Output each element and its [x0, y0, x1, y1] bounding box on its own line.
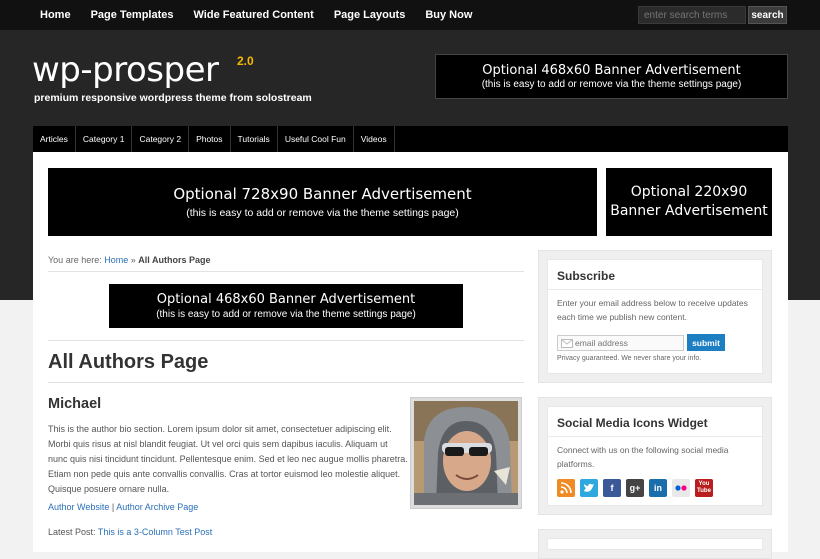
- site-tagline: premium responsive wordpress theme from …: [34, 92, 312, 104]
- banner-ad-220[interactable]: Optional 220x90 Banner Advertisement: [606, 168, 772, 236]
- ad-220-line1: Optional 220x90: [630, 184, 748, 200]
- social-media-widget: Social Media Icons Widget Connect with u…: [538, 397, 772, 515]
- topnav-home[interactable]: Home: [30, 0, 81, 30]
- divider: [48, 340, 524, 341]
- latest-post-label: Latest Post:: [48, 527, 96, 537]
- widget-divider: [548, 436, 762, 437]
- page-title: All Authors Page: [48, 351, 209, 373]
- divider: [48, 271, 524, 272]
- search-input[interactable]: [638, 6, 746, 24]
- header-banner-ad[interactable]: Optional 468x60 Banner Advertisement (th…: [435, 54, 788, 99]
- author-latest-post: Latest Post: This is a 3-Column Test Pos…: [48, 527, 212, 537]
- next-widget: [538, 529, 772, 559]
- author-name: Michael: [48, 396, 102, 412]
- catnav-useful-cool-fun[interactable]: Useful Cool Fun: [278, 126, 354, 152]
- ad-728-line1: Optional 728x90 Banner Advertisement: [173, 185, 472, 203]
- social-widget-inner: Social Media Icons Widget Connect with u…: [547, 406, 763, 506]
- subscribe-widget-inner: Subscribe Enter your email address below…: [547, 259, 763, 374]
- logo-version: 2.0: [237, 54, 254, 68]
- catnav-category-2[interactable]: Category 2: [132, 126, 190, 152]
- social-icons: f g+ in You Tube: [557, 479, 718, 497]
- author-photo: [410, 397, 522, 509]
- flickr-icon[interactable]: [672, 479, 690, 497]
- catnav-category-1[interactable]: Category 1: [76, 126, 133, 152]
- facebook-icon[interactable]: f: [603, 479, 621, 497]
- catnav-tutorials[interactable]: Tutorials: [231, 126, 278, 152]
- breadcrumb-separator: »: [130, 255, 136, 265]
- breadcrumb-prefix: You are here:: [48, 255, 102, 265]
- subscribe-submit-button[interactable]: submit: [687, 334, 725, 351]
- rss-icon[interactable]: [557, 479, 575, 497]
- search-form: search: [638, 6, 787, 24]
- ad-220-line2: Banner Advertisement: [610, 203, 768, 219]
- logo-text: wp-prosper: [32, 50, 219, 90]
- topnav-page-templates[interactable]: Page Templates: [81, 0, 184, 30]
- google-plus-icon[interactable]: g+: [626, 479, 644, 497]
- author-photo-image: [414, 401, 518, 505]
- email-field-wrapper: [557, 335, 684, 351]
- topnav-wide-featured-content[interactable]: Wide Featured Content: [184, 0, 324, 30]
- breadcrumb: You are here: Home » All Authors Page: [48, 255, 210, 265]
- twitter-icon[interactable]: [580, 479, 598, 497]
- top-navigation: Home Page Templates Wide Featured Conten…: [30, 0, 482, 30]
- catnav-photos[interactable]: Photos: [189, 126, 231, 152]
- search-button[interactable]: search: [748, 6, 787, 24]
- topnav-page-layouts[interactable]: Page Layouts: [324, 0, 416, 30]
- header-ad-line1: Optional 468x60 Banner Advertisement: [482, 63, 741, 78]
- latest-post-link[interactable]: This is a 3-Column Test Post: [98, 527, 212, 537]
- social-widget-title: Social Media Icons Widget: [557, 416, 708, 430]
- subscribe-widget: Subscribe Enter your email address below…: [538, 250, 772, 383]
- social-widget-text: Connect with us on the following social …: [557, 445, 729, 469]
- catnav-videos[interactable]: Videos: [354, 126, 395, 152]
- divider: [48, 382, 524, 383]
- author-bio: This is the author bio section. Lorem ip…: [48, 424, 408, 494]
- widget-divider: [548, 289, 762, 290]
- catnav-articles[interactable]: Articles: [33, 126, 76, 152]
- category-navigation: Articles Category 1 Category 2 Photos Tu…: [33, 126, 788, 154]
- email-field[interactable]: [573, 338, 675, 348]
- topnav-buy-now[interactable]: Buy Now: [415, 0, 482, 30]
- content-ad-line2: (this is easy to add or remove via the t…: [156, 309, 416, 320]
- header-ad-line2: (this is easy to add or remove via the t…: [481, 79, 742, 90]
- linkedin-icon[interactable]: in: [649, 479, 667, 497]
- breadcrumb-home-link[interactable]: Home: [104, 255, 128, 265]
- top-bar: Home Page Templates Wide Featured Conten…: [0, 0, 820, 30]
- content-ad-line1: Optional 468x60 Banner Advertisement: [156, 292, 416, 307]
- subscribe-text: Enter your email address below to receiv…: [557, 298, 748, 322]
- author-archive-link[interactable]: Author Archive Page: [116, 502, 198, 512]
- youtube-icon[interactable]: You Tube: [695, 479, 713, 497]
- breadcrumb-current: All Authors Page: [138, 255, 211, 265]
- author-links: Author Website | Author Archive Page: [48, 502, 198, 512]
- privacy-note: Privacy guaranteed. We never share your …: [557, 355, 702, 362]
- envelope-icon: [561, 338, 573, 348]
- author-website-link[interactable]: Author Website: [48, 502, 109, 512]
- ad-728-line2: (this is easy to add or remove via the t…: [186, 207, 459, 219]
- site-logo[interactable]: wp-prosper 2.0: [32, 50, 254, 90]
- banner-ad-728[interactable]: Optional 728x90 Banner Advertisement (th…: [48, 168, 597, 236]
- content-banner-ad[interactable]: Optional 468x60 Banner Advertisement (th…: [109, 284, 463, 328]
- subscribe-title: Subscribe: [557, 269, 616, 283]
- author-links-separator: |: [111, 502, 115, 512]
